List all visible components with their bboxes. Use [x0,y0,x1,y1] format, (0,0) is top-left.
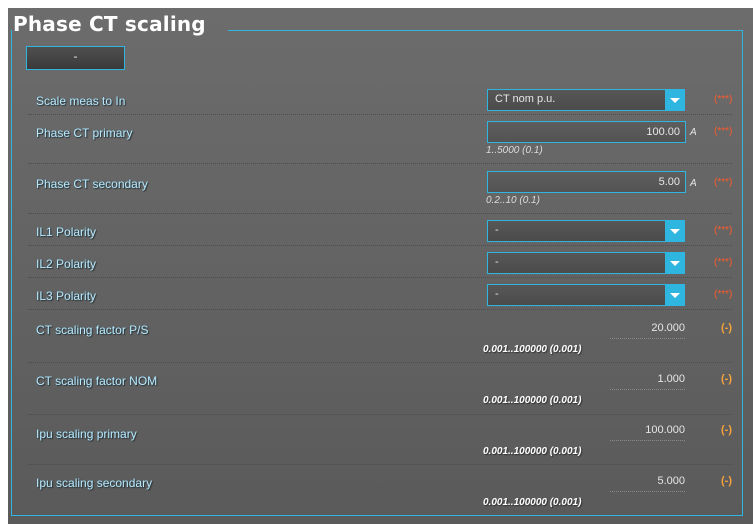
row-separator [28,114,732,115]
chevron-down-icon[interactable] [665,285,684,305]
required-flag: (***) [714,257,733,268]
il2-polarity-label: IL2 Polarity [36,257,97,271]
readonly-flag: (-) [721,424,732,436]
ipu-secondary-value: 5.000 [657,475,685,487]
readonly-flag: (-) [721,322,732,334]
ct-secondary-label: Phase CT secondary [36,177,148,191]
ct-factor-nom-value: 1.000 [657,373,685,385]
ipu-primary-range: 0.001..100000 (0.001) [483,446,582,457]
chevron-down-icon[interactable] [665,90,684,110]
readonly-flag: (-) [721,475,732,487]
required-flag: (***) [714,94,733,105]
il1-polarity-label: IL1 Polarity [36,225,97,239]
ct-factor-ps-value: 20.000 [651,322,685,334]
section-title: Phase CT scaling [13,12,206,36]
il2-polarity-select[interactable]: - [487,252,685,274]
row-separator [28,414,732,415]
ipu-primary-label: Ipu scaling primary [36,427,137,441]
row-separator [28,464,732,465]
chevron-down-icon[interactable] [665,221,684,241]
required-flag: (***) [714,289,733,300]
chevron-down-icon[interactable] [665,253,684,273]
required-flag: (***) [714,225,733,236]
il3-polarity-label: IL3 Polarity [36,289,97,303]
ct-primary-input[interactable]: 100.00 [487,121,686,143]
value-underline [610,440,685,441]
scale-meas-value: CT nom p.u. [495,93,556,105]
row-separator [28,277,732,278]
il1-polarity-select[interactable]: - [487,220,685,242]
ct-factor-ps-label: CT scaling factor P/S [36,323,149,337]
value-underline [610,491,685,492]
scale-meas-label: Scale meas to In [36,94,126,108]
row-separator [28,163,732,164]
ct-secondary-unit: A [690,178,697,189]
row-separator [28,213,732,214]
readonly-flag: (-) [721,373,732,385]
il3-polarity-value: - [495,288,499,300]
ct-factor-ps-range: 0.001..100000 (0.001) [483,344,582,355]
row-separator [28,362,732,363]
scale-meas-select[interactable]: CT nom p.u. [487,89,685,111]
ipu-secondary-label: Ipu scaling secondary [36,476,153,490]
ct-primary-label: Phase CT primary [36,126,133,140]
ipu-primary-value: 100.000 [645,424,685,436]
row-separator [28,245,732,246]
required-flag: (***) [714,177,733,188]
il1-polarity-value: - [495,224,499,236]
ct-primary-range: 1..5000 (0.1) [486,145,543,156]
row-separator [28,309,732,310]
value-underline [610,389,685,390]
il3-polarity-select[interactable]: - [487,284,685,306]
value-underline [610,338,685,339]
ct-factor-nom-range: 0.001..100000 (0.001) [483,395,582,406]
ct-factor-nom-label: CT scaling factor NOM [36,374,158,388]
required-flag: (***) [714,126,733,137]
ct-secondary-range: 0.2..10 (0.1) [486,195,540,206]
section-frame-top [228,30,743,31]
ct-secondary-input[interactable]: 5.00 [487,171,686,193]
ct-primary-unit: A [690,127,697,138]
il2-polarity-value: - [495,256,499,268]
ipu-secondary-range: 0.001..100000 (0.001) [483,497,582,508]
collapse-button[interactable]: - [26,46,125,70]
